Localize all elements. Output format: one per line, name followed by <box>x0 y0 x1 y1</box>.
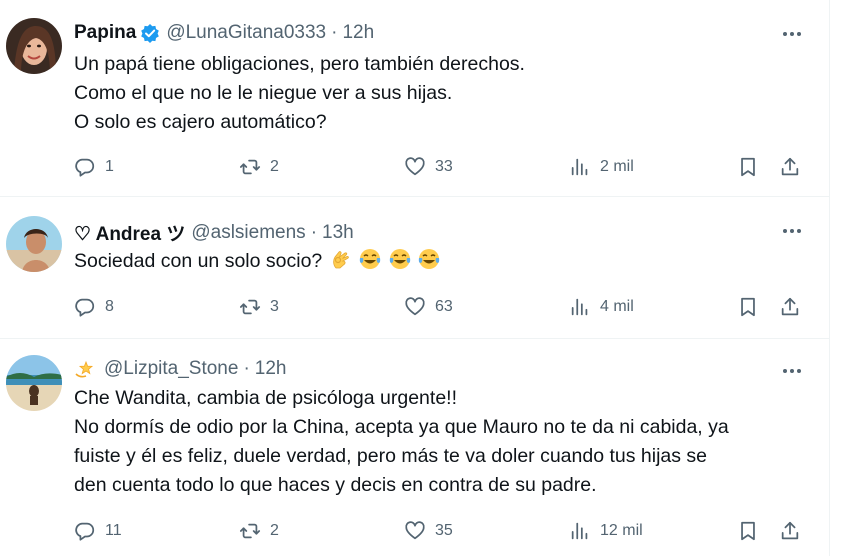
like-button[interactable]: 35 <box>404 516 453 546</box>
analytics-icon <box>571 158 588 176</box>
retweet-button[interactable]: 2 <box>239 516 279 546</box>
retweet-button[interactable]: 2 <box>239 152 279 182</box>
reply-icon <box>75 298 95 317</box>
timestamp[interactable]: 12h <box>342 22 374 44</box>
bookmark-icon <box>741 157 755 177</box>
views-count: 12 mil <box>600 522 643 539</box>
timestamp[interactable]: 13h <box>322 222 354 244</box>
like-button[interactable]: 63 <box>404 292 453 322</box>
share-icon <box>781 521 799 540</box>
tweet[interactable]: @Lizpita_Stone · 12h Che Wandita, cambia… <box>0 339 830 556</box>
tweet-line: Un papá tiene obligaciones, pero también… <box>74 53 525 75</box>
action-bar: 11 2 35 12 mil <box>74 516 814 546</box>
retweet-icon <box>239 299 261 315</box>
bookmark-button[interactable] <box>737 152 759 182</box>
share-icon <box>781 157 799 176</box>
tears-of-joy-emoji <box>359 249 381 269</box>
like-count: 63 <box>435 298 453 315</box>
reply-button[interactable]: 11 <box>74 516 122 546</box>
tweet-text: Che Wandita, cambia de psicóloga urgente… <box>74 384 814 500</box>
avatar[interactable] <box>6 355 62 411</box>
tweet-line: O solo es cajero automático? <box>74 111 327 133</box>
reply-icon <box>75 522 95 541</box>
display-name[interactable]: Papina <box>74 22 136 44</box>
tweet[interactable]: Papina @LunaGitana0333 · 12h Un papá tie… <box>0 0 830 197</box>
bookmark-button[interactable] <box>737 292 759 322</box>
separator: · <box>310 221 318 243</box>
timeline-feed: Papina @LunaGitana0333 · 12h Un papá tie… <box>0 0 830 556</box>
reply-button[interactable]: 1 <box>74 152 114 182</box>
avatar[interactable] <box>6 216 62 272</box>
reply-count: 1 <box>105 158 114 175</box>
analytics-icon <box>571 298 588 316</box>
like-count: 33 <box>435 158 453 175</box>
share-icon <box>781 297 799 316</box>
separator: · <box>331 22 338 43</box>
retweet-count: 2 <box>270 522 279 539</box>
retweet-count: 3 <box>270 298 279 315</box>
retweet-button[interactable]: 3 <box>239 292 279 322</box>
reply-count: 11 <box>105 522 122 539</box>
tweet-line: Sociedad con un solo socio? <box>74 250 323 272</box>
views-count: 2 mil <box>600 158 634 175</box>
heart-icon <box>405 297 425 316</box>
action-bar: 8 3 63 4 mil <box>74 292 814 322</box>
more-options-icon[interactable] <box>778 24 806 44</box>
views-button[interactable]: 2 mil <box>569 152 634 182</box>
reply-button[interactable]: 8 <box>74 292 114 322</box>
like-button[interactable]: 33 <box>404 152 453 182</box>
avatar[interactable] <box>6 18 62 74</box>
verified-badge-icon <box>140 23 160 43</box>
analytics-icon <box>571 522 588 540</box>
user-handle[interactable]: @LunaGitana0333 <box>166 22 326 44</box>
dizzy-star-emoji <box>75 360 94 378</box>
share-button[interactable] <box>779 152 801 182</box>
display-name[interactable]: ♡ Andrea ツ <box>74 219 185 246</box>
tweet-line: Che Wandita, cambia de psicóloga urgente… <box>74 387 458 409</box>
tears-of-joy-emoji <box>418 249 440 269</box>
user-handle[interactable]: @Lizpita_Stone <box>104 358 238 380</box>
user-handle[interactable]: @aslsiemens <box>191 222 305 244</box>
like-count: 35 <box>435 522 453 539</box>
tweet-line: fuiste y él es feliz, duele verdad, pero… <box>74 445 708 467</box>
tweet-text: Sociedad con un solo socio? <box>74 247 814 276</box>
tears-of-joy-emoji <box>389 249 410 269</box>
more-options-icon[interactable] <box>778 361 806 381</box>
share-button[interactable] <box>779 516 801 546</box>
tweet-line: den cuenta todo lo que haces y decis en … <box>74 474 597 496</box>
separator: · <box>243 358 250 379</box>
tweet-line: Como el que no le le niegue ver a sus hi… <box>74 82 453 104</box>
views-button[interactable]: 4 mil <box>569 292 634 322</box>
views-count: 4 mil <box>600 298 634 315</box>
tweet[interactable]: ♡ Andrea ツ @aslsiemens · 13h Sociedad co… <box>0 197 830 339</box>
reply-count: 8 <box>105 298 114 315</box>
bookmark-icon <box>741 297 755 317</box>
tweet-text: Un papá tiene obligaciones, pero también… <box>74 50 814 137</box>
heart-icon <box>405 521 425 540</box>
share-button[interactable] <box>779 292 801 322</box>
reply-icon <box>75 158 95 177</box>
timestamp[interactable]: 12h <box>255 358 287 380</box>
retweet-icon <box>239 523 261 539</box>
retweet-icon <box>239 159 261 175</box>
tweet-line: No dormís de odio por la China, acepta y… <box>74 416 729 438</box>
bookmark-button[interactable] <box>737 516 759 546</box>
more-options-icon[interactable] <box>778 221 806 241</box>
ok-hand-emoji <box>332 251 349 269</box>
retweet-count: 2 <box>270 158 279 175</box>
views-button[interactable]: 12 mil <box>569 516 643 546</box>
bookmark-icon <box>741 521 755 541</box>
heart-icon <box>405 157 425 176</box>
action-bar: 1 2 33 2 mil <box>74 152 814 182</box>
